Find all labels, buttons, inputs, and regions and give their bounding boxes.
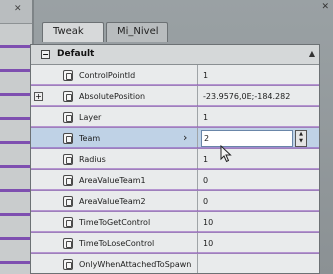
property-icon [63,175,73,186]
property-row-team[interactable]: Team › 2 ▲ ▼ [31,128,319,149]
property-value[interactable]: 0 [203,176,311,185]
column-divider[interactable] [197,149,198,169]
column-divider[interactable] [197,191,198,211]
property-row-onlywhenattachedtospawn[interactable]: OnlyWhenAttachedToSpawn [31,254,319,273]
property-value[interactable]: 0 [203,197,311,206]
property-value[interactable]: 10 [203,239,311,248]
left-panel-row[interactable] [0,48,32,72]
mouse-cursor-icon [220,145,232,163]
column-divider[interactable] [197,254,198,273]
left-panel-row[interactable] [0,96,32,120]
column-divider[interactable] [197,212,198,232]
left-panel-row[interactable] [0,168,32,192]
group-header-default[interactable]: − Default ▲ [31,45,319,65]
property-icon [63,91,73,102]
editor-screen: ✕ ✕ Tweak Mi_Nivel − Default ▲ ControlPo… [0,0,333,274]
property-row-layer[interactable]: Layer 1 [31,107,319,128]
property-icon [63,196,73,207]
property-name: Radius [79,155,106,164]
property-row-areavalueteam2[interactable]: AreaValueTeam2 0 [31,191,319,212]
group-label: Default [57,49,95,59]
property-name: Team [79,134,101,143]
left-panel-row[interactable] [0,24,32,48]
close-icon[interactable]: ✕ [321,2,329,12]
property-icon [63,70,73,81]
property-value[interactable]: 1 [203,71,311,80]
left-panel-row[interactable] [0,120,32,144]
column-divider[interactable] [197,128,198,148]
column-divider[interactable] [197,233,198,253]
property-name: AreaValueTeam2 [79,197,146,206]
left-panel-row[interactable] [0,216,32,240]
left-panel-row[interactable] [0,192,32,216]
chevron-right-icon: › [183,131,188,144]
spinner-icon[interactable]: ▲ ▼ [295,130,307,147]
property-icon [63,238,73,249]
property-icon [63,259,73,270]
property-icon [63,154,73,165]
team-value-input[interactable]: 2 [201,130,293,147]
property-icon [63,217,73,228]
property-row-radius[interactable]: Radius 1 [31,149,319,170]
close-icon[interactable]: ✕ [14,4,22,14]
property-icon [63,133,73,144]
scroll-up-icon[interactable]: ▲ [309,49,315,58]
tab-tweak[interactable]: Tweak [42,22,104,42]
left-panel-row[interactable] [0,144,32,168]
property-name: ControlPointId [79,71,136,80]
property-name: AbsolutePosition [79,92,146,101]
property-name: TimeToGetControl [79,218,151,227]
property-row-absoluteposition[interactable]: + AbsolutePosition -23.9576,0E;-184.282 [31,86,319,107]
property-row-controlpointid[interactable]: ControlPointId 1 [31,65,319,86]
property-name: Layer [79,113,102,122]
property-row-areavalueteam1[interactable]: AreaValueTeam1 0 [31,170,319,191]
property-name: TimeToLoseControl [79,239,155,248]
left-panel-row[interactable] [0,240,32,264]
column-divider[interactable] [197,107,198,127]
property-value[interactable]: 10 [203,218,311,227]
property-icon [63,112,73,123]
property-name: OnlyWhenAttachedToSpawn [79,260,192,269]
tab-mi-nivel[interactable]: Mi_Nivel [106,22,168,42]
left-panel-row[interactable] [0,72,32,96]
column-divider[interactable] [197,86,198,106]
property-value[interactable]: 1 [203,113,311,122]
column-divider[interactable] [197,170,198,190]
minus-icon[interactable]: − [41,50,50,59]
property-grid: − Default ▲ ControlPointId 1 + AbsoluteP… [30,44,320,274]
property-name: AreaValueTeam1 [79,176,146,185]
plus-icon[interactable]: + [34,92,43,101]
property-value[interactable]: -23.9576,0E;-184.282 [203,92,311,101]
property-row-timetogetcontrol[interactable]: TimeToGetControl 10 [31,212,319,233]
property-row-timetolosecontrol[interactable]: TimeToLoseControl 10 [31,233,319,254]
tab-bar: Tweak Mi_Nivel [42,18,333,42]
left-panel: ✕ [0,0,34,274]
column-divider[interactable] [197,65,198,85]
